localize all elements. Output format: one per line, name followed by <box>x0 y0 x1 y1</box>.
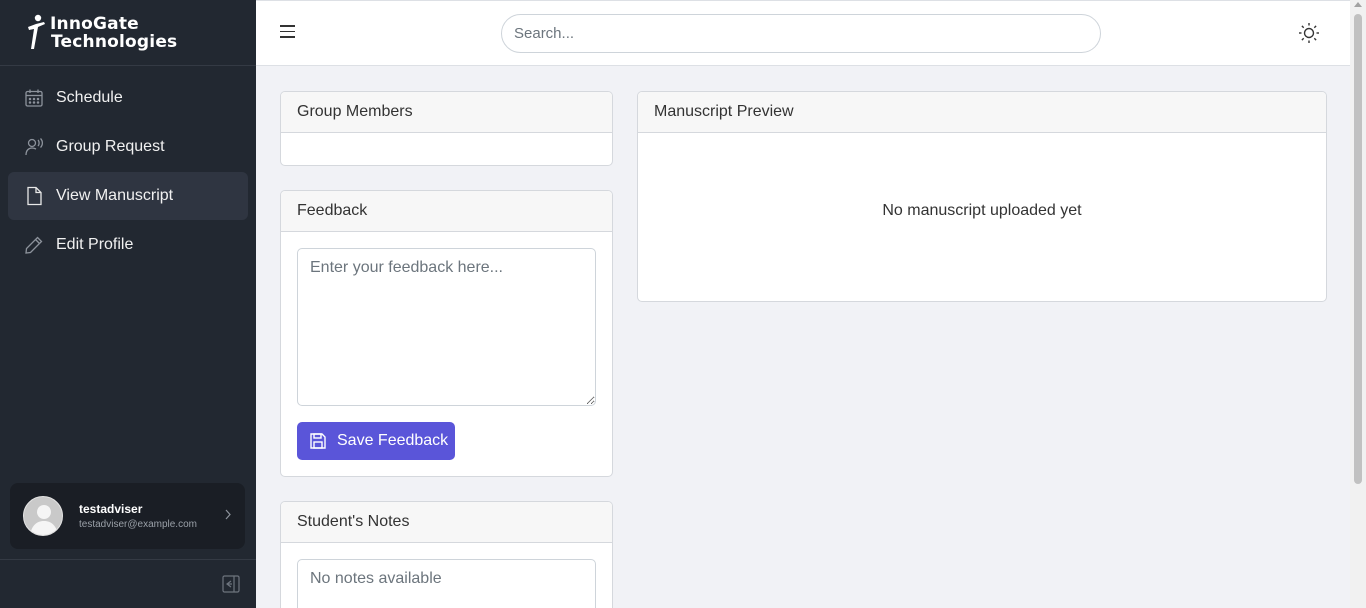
sidebar-item-label: Group Request <box>56 138 165 155</box>
sidebar-item-schedule[interactable]: Schedule <box>8 74 248 122</box>
card-title: Student's Notes <box>281 502 612 543</box>
card-title: Group Members <box>281 92 612 133</box>
calendar-icon <box>24 88 44 108</box>
user-voice-icon <box>24 137 44 157</box>
sun-icon[interactable] <box>1298 22 1320 44</box>
document-icon <box>24 186 44 206</box>
save-feedback-button[interactable]: Save Feedback <box>297 422 455 460</box>
collapse-sidebar-icon[interactable] <box>222 575 240 593</box>
user-name: testadviser <box>79 502 143 516</box>
save-feedback-label: Save Feedback <box>337 432 449 449</box>
brand-name-line2: Technologies <box>51 31 178 52</box>
card-title: Manuscript Preview <box>638 92 1326 133</box>
save-icon <box>309 432 327 450</box>
sidebar-item-group-request[interactable]: Group Request <box>8 123 248 171</box>
brand[interactable]: InnoGate Technologies <box>0 0 256 66</box>
sidebar-item-edit-profile[interactable]: Edit Profile <box>8 221 248 269</box>
notes-content: No notes available <box>297 559 596 608</box>
sidebar-divider <box>0 559 256 560</box>
avatar <box>23 496 63 536</box>
user-profile-card[interactable]: testadviser testadviser@example.com <box>10 483 245 549</box>
sidebar-item-label: Edit Profile <box>56 236 134 253</box>
student-notes-card: Student's Notes No notes available <box>280 501 613 608</box>
sidebar-nav: Schedule Group Request View Manuscript E… <box>0 66 256 278</box>
scrollbar-thumb[interactable] <box>1354 14 1362 484</box>
group-members-card: Group Members <box>280 91 613 166</box>
sidebar: InnoGate Technologies Schedule Group Req… <box>0 0 256 608</box>
feedback-textarea[interactable] <box>297 248 596 406</box>
scroll-up-arrow-icon[interactable] <box>1354 2 1362 7</box>
sidebar-item-label: Schedule <box>56 89 123 106</box>
user-email: testadviser@example.com <box>79 519 197 530</box>
search-input[interactable] <box>501 14 1101 53</box>
chevron-right-icon <box>224 509 232 523</box>
page-scrollbar[interactable] <box>1350 0 1366 608</box>
feedback-card: Feedback Save Feedback <box>280 190 613 477</box>
brand-name-line1: InnoGate <box>50 13 139 34</box>
top-header <box>256 0 1350 66</box>
empty-state-message: No manuscript uploaded yet <box>882 202 1082 219</box>
sidebar-item-view-manuscript[interactable]: View Manuscript <box>8 172 248 220</box>
pencil-icon <box>24 235 44 255</box>
manuscript-preview-card: Manuscript Preview No manuscript uploade… <box>637 91 1327 302</box>
sidebar-item-label: View Manuscript <box>56 187 174 204</box>
card-title: Feedback <box>281 191 612 232</box>
logo-icon <box>28 14 45 49</box>
menu-icon[interactable] <box>280 25 296 41</box>
